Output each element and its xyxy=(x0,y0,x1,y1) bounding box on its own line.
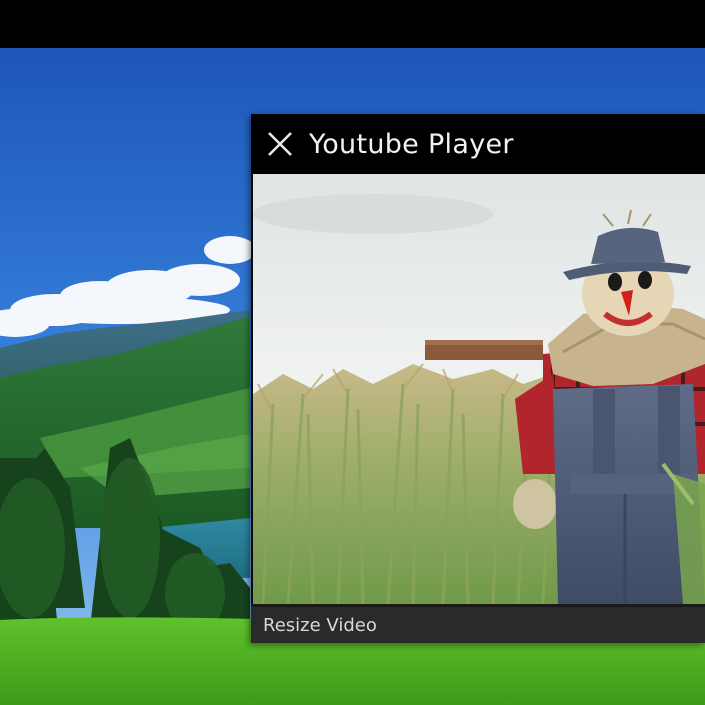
status-bar xyxy=(0,0,705,48)
video-thumbnail-scarecrow xyxy=(253,174,705,604)
resize-video-button[interactable]: Resize Video xyxy=(263,615,377,636)
player-footer: Resize Video xyxy=(251,604,705,643)
player-titlebar[interactable]: Youtube Player xyxy=(251,114,705,174)
close-button[interactable] xyxy=(251,114,309,174)
player-title: Youtube Player xyxy=(309,128,514,160)
video-frame[interactable] xyxy=(253,174,705,604)
screen: Youtube Player Resize Video xyxy=(0,0,705,705)
close-icon xyxy=(268,132,292,156)
youtube-player-window[interactable]: Youtube Player Resize Video xyxy=(251,114,705,643)
